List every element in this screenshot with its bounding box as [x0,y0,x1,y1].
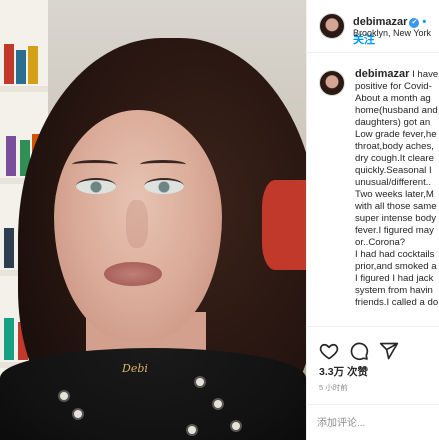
lips [104,262,162,286]
caption-line: I had had cocktails [355,249,435,260]
nose [126,200,148,248]
name-necklace: Debi [122,362,148,375]
caption-line: daughters) got an [355,117,431,128]
red-pillow [262,180,306,270]
caption-line: with all those same [355,201,437,212]
caption-line: dry cough.It cleare [355,153,434,164]
caption-line: fever.I figured may [355,225,434,236]
like-count[interactable]: 3.3万 次赞 [319,364,368,379]
caption-line: super intense body [355,213,437,224]
caption-line: friends.I called a do [355,297,439,308]
comment-area [307,404,439,440]
caption-text: debimazar I have positive for Covid- Abo… [355,68,439,309]
username-link[interactable]: debimazar [353,16,407,28]
post-header: debimazar ✔ • 关注 Brooklyn, New York [307,0,439,53]
heart-icon[interactable] [319,341,339,361]
comment-icon[interactable] [349,341,369,361]
comment-input[interactable] [317,415,435,431]
left-eye [76,178,116,194]
caption-line: About a month ag [355,93,431,104]
left-eyebrow [72,160,118,169]
caption-line: or..Corona? [355,237,406,248]
right-eyebrow [140,160,186,169]
action-bar [307,326,439,367]
location-link[interactable]: Brooklyn, New York [353,28,431,38]
post-photo[interactable]: Debi [0,0,306,440]
paper-plane-icon[interactable] [379,341,399,361]
avatar[interactable] [319,13,345,39]
right-eye [144,178,184,194]
caption-line: home(husband and [355,105,438,116]
caption-line: throat,body aches, [355,141,434,152]
post-timestamp[interactable]: 5 小时前 [319,382,348,393]
caption-line: Two weeks later,M [355,189,434,200]
caption-username-link[interactable]: debimazar [355,68,409,80]
caption-line: quickly.Seasonal I [355,165,432,176]
caption-line: I figured I had jack [355,273,434,284]
caption-line: prior,and smoked a [355,261,437,272]
post-sidebar: debimazar ✔ • 关注 Brooklyn, New York debima… [306,0,439,440]
caption-line: unusual/different.. [355,177,432,188]
verified-badge-icon: ✔ [409,18,420,28]
black-floral-shirt [0,348,306,440]
caption-line: system from havin [355,285,433,296]
caption-line: Low grade fever,he [355,129,437,140]
caption-line: positive for Covid- [355,81,432,92]
caption-line: I have [412,69,439,80]
caption-avatar[interactable] [319,70,345,96]
